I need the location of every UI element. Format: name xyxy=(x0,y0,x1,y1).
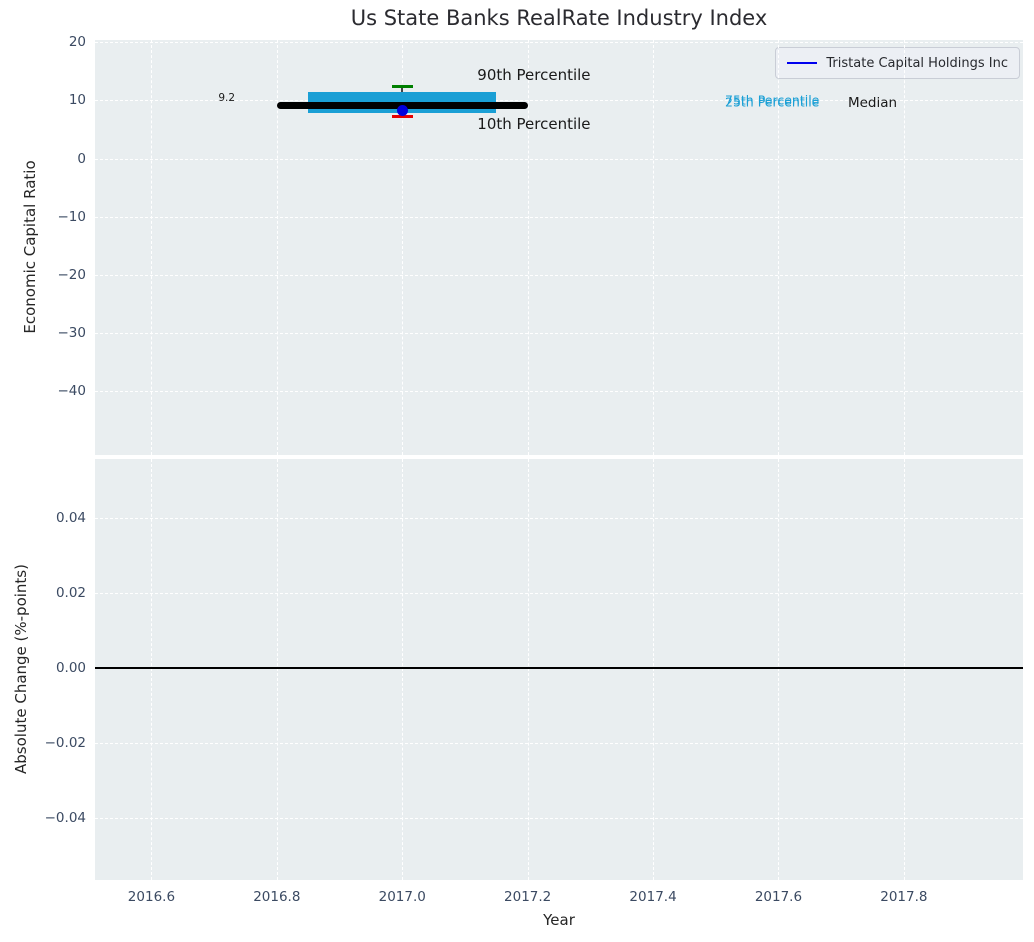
gridline-vertical xyxy=(276,459,278,880)
x-tick-label: 2017.2 xyxy=(504,889,552,905)
gridline-horizontal xyxy=(95,42,1023,44)
zero-line xyxy=(95,666,1023,669)
gridline-vertical xyxy=(151,459,153,880)
gridline-horizontal xyxy=(95,216,1023,218)
legend-line-swatch xyxy=(787,62,818,64)
y-tick-label: 20 xyxy=(68,34,86,51)
gridline-vertical xyxy=(903,40,905,455)
annotation-median: Median xyxy=(847,94,898,111)
gridline-vertical xyxy=(527,40,529,455)
x-tick-label: 2017.4 xyxy=(629,889,677,905)
bottom-y-axis-label: Absolute Change (%-points) xyxy=(12,564,30,774)
y-tick-label: −0.02 xyxy=(44,734,86,751)
y-tick-label: 0.04 xyxy=(55,509,86,526)
x-tick-label: 2017.0 xyxy=(378,889,426,905)
legend-label: Tristate Capital Holdings Inc xyxy=(826,55,1008,71)
y-tick-label: −0.04 xyxy=(44,809,86,826)
bottom-axes-absolute-change: 0.04 0.02 0.00 −0.02 −0.04 2016.6 2016.8 2017.0… xyxy=(45,459,1023,905)
gridline-vertical xyxy=(653,459,655,880)
gridline-horizontal xyxy=(95,517,1023,519)
gridline-vertical xyxy=(653,40,655,455)
annotation-90th-percentile: 90th Percentile xyxy=(477,66,591,85)
gridline-horizontal xyxy=(95,592,1023,594)
gridline-horizontal xyxy=(95,817,1023,819)
top-y-axis-label: Economic Capital Ratio xyxy=(21,160,39,334)
gridline-vertical xyxy=(778,459,780,880)
gridline-vertical xyxy=(903,459,905,880)
gridline-horizontal xyxy=(95,391,1023,393)
gridline-horizontal xyxy=(95,742,1023,744)
chart-title: Us State Banks RealRate Industry Index xyxy=(350,6,768,30)
gridline-horizontal xyxy=(95,158,1023,160)
top-axes-economic-capital-ratio: Tristate Capital Holdings Inc 20 10 0 −10 −2… xyxy=(58,34,1023,455)
legend: Tristate Capital Holdings Inc xyxy=(775,47,1020,79)
annotation-9-2: 9.2 xyxy=(218,91,236,104)
y-tick-label: 0.00 xyxy=(55,659,86,676)
annotation-10th-percentile: 10th Percentile xyxy=(477,114,591,133)
gridline-vertical xyxy=(527,459,529,880)
y-tick-label: 0 xyxy=(77,150,86,167)
y-tick-label: −30 xyxy=(57,324,87,341)
x-tick-label: 2016.6 xyxy=(127,889,176,905)
gridline-horizontal xyxy=(95,332,1023,334)
y-tick-label: −10 xyxy=(57,208,87,225)
x-tick-label: 2016.8 xyxy=(253,889,301,905)
gridline-vertical xyxy=(151,40,153,455)
y-tick-label: −20 xyxy=(57,266,87,283)
x-axis-label: Year xyxy=(543,911,575,929)
annotation-25th-percentile: 25th Percentile xyxy=(725,94,820,110)
gridline-vertical xyxy=(402,459,404,880)
x-tick-label: 2017.6 xyxy=(754,889,803,905)
chart-figure: Us State Banks RealRate Industry Index T… xyxy=(0,0,1034,942)
x-tick-label: 2017.8 xyxy=(880,889,928,905)
y-tick-label: 10 xyxy=(68,92,86,109)
p90-cap xyxy=(391,84,413,88)
y-tick-label: −40 xyxy=(57,383,87,400)
y-tick-label: 0.02 xyxy=(55,584,86,601)
gridline-horizontal xyxy=(95,274,1023,276)
